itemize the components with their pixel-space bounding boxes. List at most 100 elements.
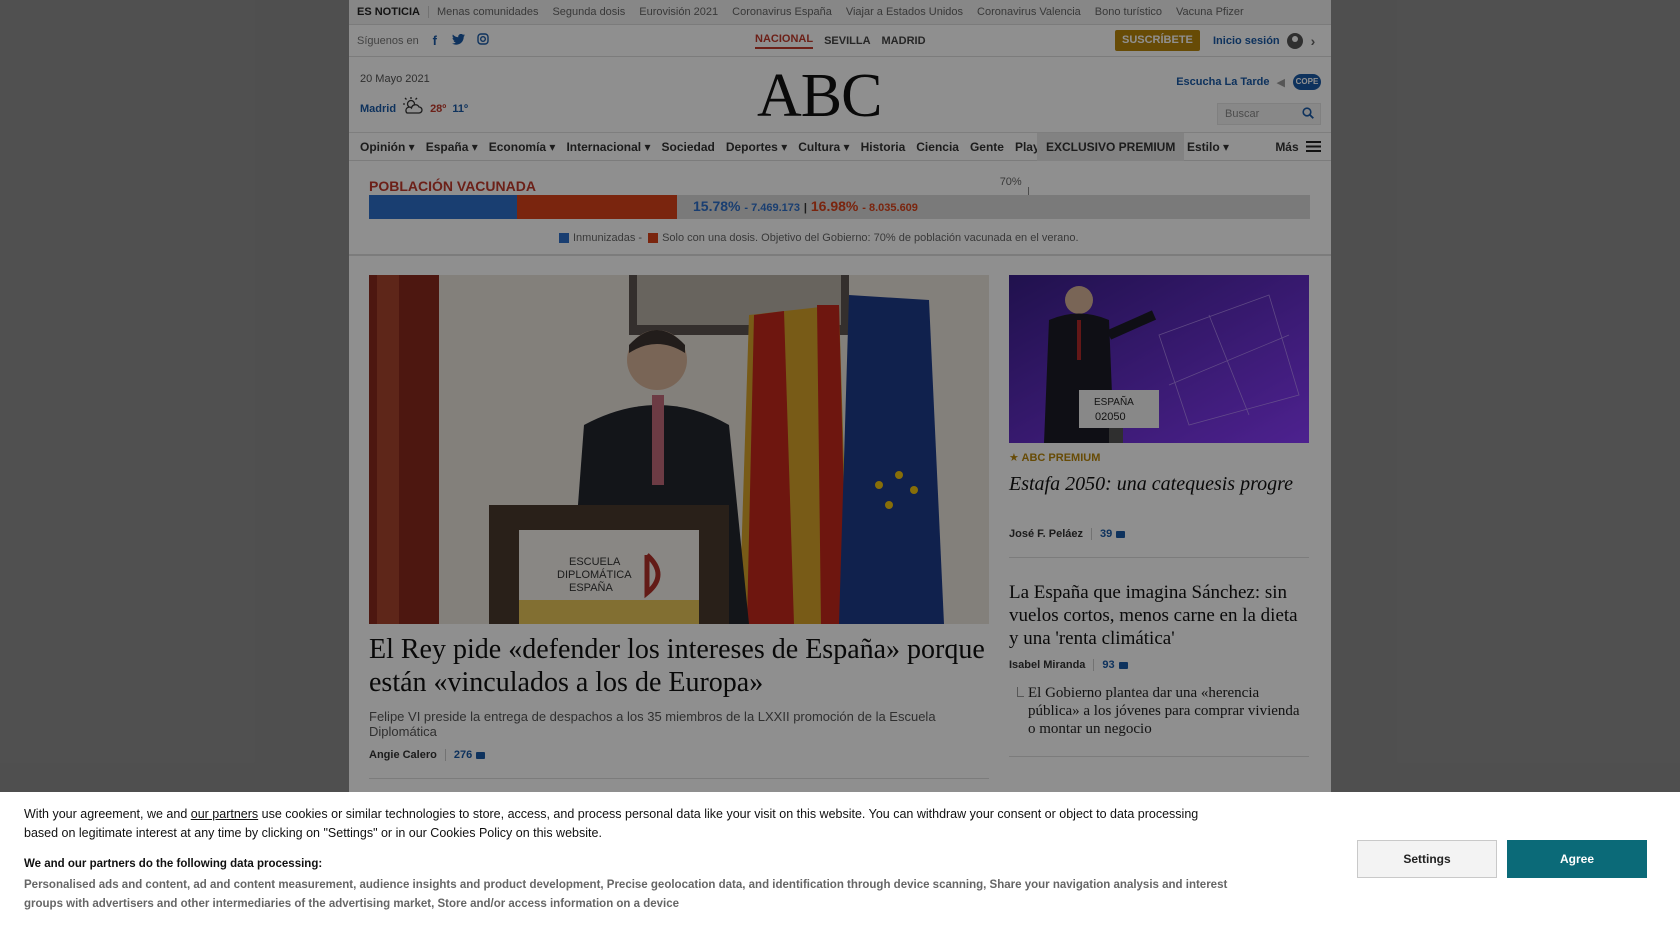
tab-nacional[interactable]: NACIONAL: [755, 33, 814, 49]
login-link[interactable]: Inicio sesión ›: [1213, 25, 1315, 57]
star-icon: ★: [1009, 452, 1019, 464]
nav-item-cultura[interactable]: Cultura ▾: [798, 140, 849, 154]
comment-icon: [1118, 661, 1128, 669]
facebook-icon[interactable]: f: [427, 33, 443, 48]
trending-label: ES NOTICIA: [357, 6, 429, 18]
premium-badge-label: ABC PREMIUM: [1021, 452, 1101, 464]
nav-item-ciencia[interactable]: Ciencia: [916, 140, 959, 154]
podium-line-3: ESPAÑA: [569, 581, 613, 594]
side-story-1-title[interactable]: Estafa 2050: una catequesis progre: [1009, 473, 1309, 496]
nav-item-internacional[interactable]: Internacional ▾: [566, 140, 650, 154]
agree-button[interactable]: Agree: [1507, 840, 1647, 878]
trending-bar: ES NOTICIA Menas comunidades Segunda dos…: [349, 0, 1331, 25]
immunized-percent: 15.78%: [693, 198, 741, 214]
sign-line-2: 02050: [1095, 411, 1126, 423]
listen-label: Escucha La Tarde: [1176, 76, 1270, 88]
side-story-2-byline: Isabel Miranda 93: [1009, 659, 1128, 671]
main-story-subtitle: Felipe VI preside la entrega de despacho…: [369, 709, 936, 739]
related-story-link[interactable]: El Gobierno plantea dar una «herencia pú…: [1017, 684, 1309, 738]
main-story-image[interactable]: ESCUELA DIPLOMÁTICA ESPAÑA: [369, 275, 989, 624]
nav-item-sociedad[interactable]: Sociedad: [661, 140, 714, 154]
nav-item-opinion[interactable]: Opinión ▾: [360, 140, 415, 154]
weather-city: Madrid: [360, 102, 397, 115]
comments-link[interactable]: 93: [1093, 659, 1128, 671]
temp-min: 11º: [452, 102, 468, 115]
sign-line-1: ESPAÑA: [1094, 395, 1134, 408]
one-dose-count: - 8.035.609: [862, 202, 918, 214]
abc-logo[interactable]: ABC: [757, 61, 882, 132]
trending-link[interactable]: Vacuna Pfizer: [1176, 6, 1244, 18]
search-input[interactable]: Buscar: [1217, 103, 1321, 125]
nav-item-espana[interactable]: España ▾: [426, 140, 478, 154]
immunized-count: - 7.469.173: [744, 202, 801, 214]
legend-swatch-immunized: [559, 233, 569, 243]
login-label: Inicio sesión: [1213, 35, 1280, 47]
more-menu[interactable]: Más: [1275, 133, 1321, 161]
settings-button[interactable]: Settings: [1357, 840, 1497, 878]
divider: [1009, 557, 1309, 558]
nav-item-historia[interactable]: Historia: [861, 140, 906, 154]
trending-link[interactable]: Coronavirus España: [732, 6, 832, 18]
twitter-icon[interactable]: [451, 33, 467, 48]
hamburger-icon: [1306, 141, 1321, 152]
masthead: 20 Mayo 2021 Madrid 28º 11º ABC Escucha …: [349, 57, 1331, 133]
comments-link[interactable]: 276: [444, 749, 486, 761]
weather-widget[interactable]: Madrid 28º 11º: [360, 97, 468, 120]
vaccination-legend: Inmunizadas - Solo con una dosis. Objeti…: [559, 232, 1079, 244]
comment-icon: [476, 751, 486, 759]
podium-line-1: ESCUELA: [569, 556, 621, 568]
partners-link[interactable]: our partners: [191, 807, 258, 821]
comment-icon: [1116, 530, 1126, 538]
side-story-1-byline: José F. Peláez 39: [1009, 528, 1126, 540]
edition-tabs: NACIONAL SEVILLA MADRID: [755, 25, 937, 57]
tab-sevilla[interactable]: SEVILLA: [824, 35, 870, 47]
trending-link[interactable]: Menas comunidades: [437, 6, 539, 18]
vaccination-figures: 15.78% - 7.469.173 | 16.98% - 8.035.609: [693, 198, 918, 214]
cookie-text: With your agreement, we and our partners…: [24, 805, 1224, 843]
instagram-icon[interactable]: [475, 33, 491, 48]
nav-item-deportes[interactable]: Deportes ▾: [726, 140, 787, 154]
nav-item-economia[interactable]: Economía ▾: [489, 140, 556, 154]
main-story-title[interactable]: El Rey pide «defender los intereses de E…: [369, 633, 989, 699]
search-icon[interactable]: [1302, 105, 1314, 125]
nav-item-estilo[interactable]: Estilo ▾: [1187, 133, 1229, 161]
chevron-right-icon: ›: [1310, 33, 1316, 49]
trending-link[interactable]: Coronavirus Valencia: [977, 6, 1081, 18]
user-icon: [1286, 33, 1303, 49]
trending-link[interactable]: Eurovisión 2021: [639, 6, 718, 18]
follow-label: Síguenos en: [357, 34, 419, 47]
author-name[interactable]: José F. Peláez: [1009, 528, 1083, 540]
speaker-icon: ◀: [1276, 76, 1285, 89]
temp-max: 28º: [430, 102, 447, 115]
trending-link[interactable]: Viajar a Estados Unidos: [846, 6, 963, 18]
cope-logo: COPE: [1293, 74, 1321, 90]
partly-cloudy-icon: [402, 97, 424, 120]
trending-link[interactable]: Bono turístico: [1095, 6, 1162, 18]
vaccination-widget: POBLACIÓN VACUNADA 70% 15.78% - 7.469.17…: [349, 161, 1331, 256]
one-dose-percent: 16.98%: [810, 198, 859, 214]
divider: [369, 778, 989, 779]
cookie-text-start: With your agreement, we and: [24, 807, 191, 821]
side-story-2-title[interactable]: La España que imagina Sánchez: sin vuelo…: [1009, 581, 1309, 650]
main-nav: Opinión ▾ España ▾ Economía ▾ Internacio…: [349, 133, 1331, 161]
vaccination-bar: 15.78% - 7.469.173 | 16.98% - 8.035.609: [369, 195, 1310, 219]
subscribe-button[interactable]: SUSCRÍBETE: [1115, 30, 1200, 51]
goal-label: 70%: [999, 176, 1022, 188]
listen-radio[interactable]: Escucha La Tarde ◀ COPE: [1176, 74, 1321, 90]
podium-line-2: DIPLOMÁTICA: [557, 568, 632, 581]
search-placeholder: Buscar: [1225, 108, 1260, 120]
more-label: Más: [1275, 140, 1299, 154]
cookie-purposes: Personalised ads and content, ad and con…: [24, 879, 1228, 910]
author-name[interactable]: Angie Calero: [369, 749, 437, 761]
trending-link[interactable]: Segunda dosis: [552, 6, 625, 18]
side-story-image[interactable]: ESPAÑA 02050: [1009, 275, 1309, 443]
legend-immunized: Inmunizadas -: [573, 232, 643, 244]
nav-item-premium[interactable]: EXCLUSIVO PREMIUM: [1037, 133, 1185, 161]
cookie-heading: We and our partners do the following dat…: [24, 858, 323, 870]
nav-item-gente[interactable]: Gente: [970, 140, 1004, 154]
immunized-bar: [369, 195, 518, 219]
comments-link[interactable]: 39: [1091, 528, 1126, 540]
tab-madrid[interactable]: MADRID: [882, 35, 926, 47]
author-name[interactable]: Isabel Miranda: [1009, 659, 1085, 671]
main-story-byline: Angie Calero 276: [369, 749, 486, 761]
